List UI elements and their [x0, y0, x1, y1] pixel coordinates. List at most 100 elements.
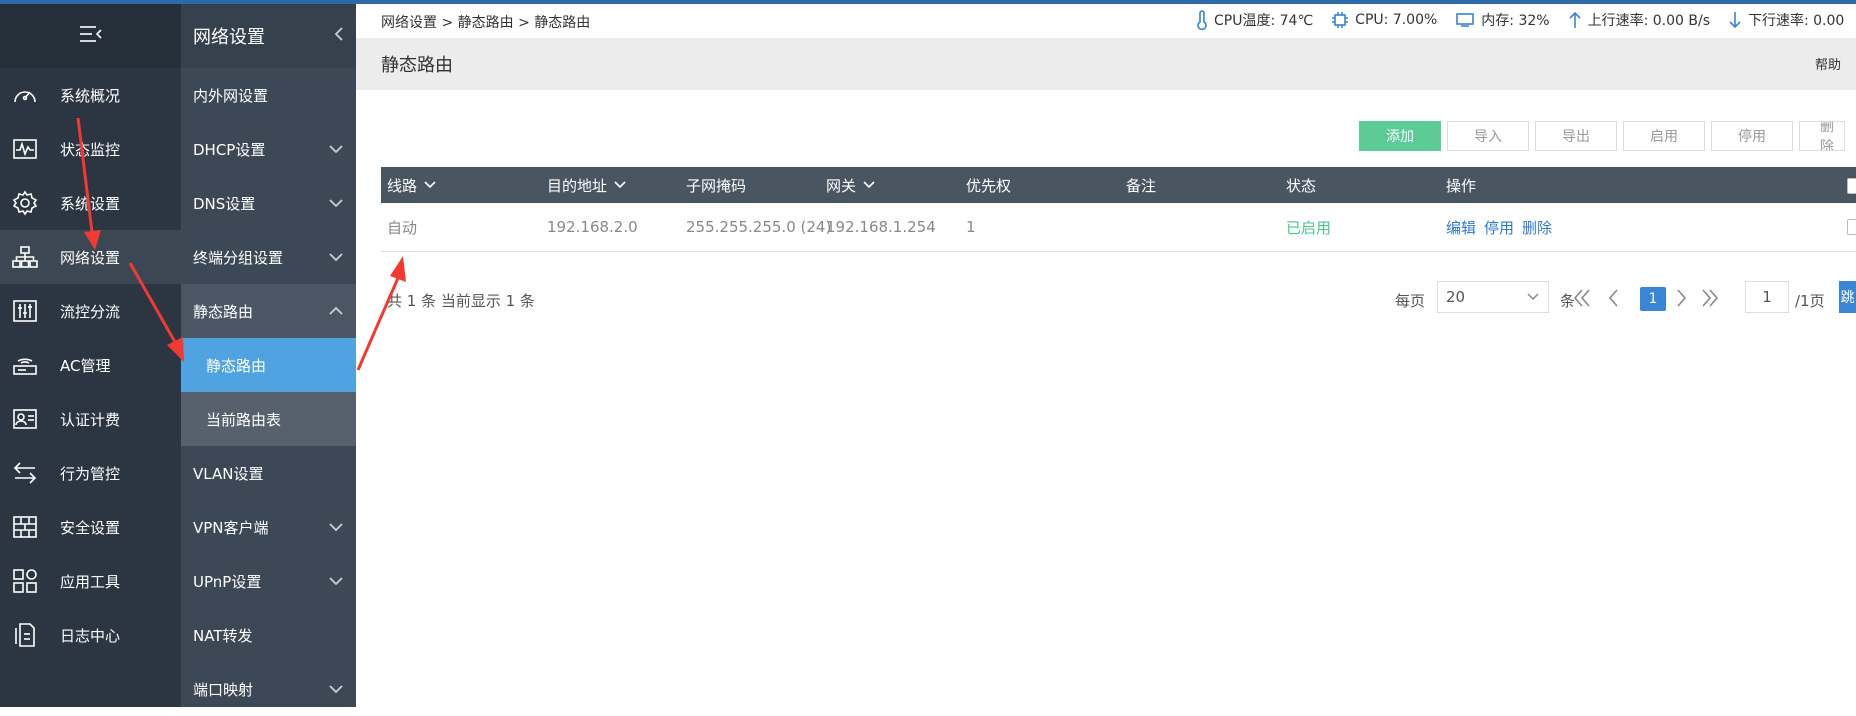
- enable-button[interactable]: 启用: [1623, 121, 1705, 151]
- disable-button[interactable]: 停用: [1711, 121, 1793, 151]
- breadcrumb: 网络设置 > 静态路由 > 静态路由: [381, 15, 591, 31]
- go-button[interactable]: 跳: [1839, 281, 1856, 313]
- export-button[interactable]: 导出: [1535, 121, 1617, 151]
- subnav-item-label: DHCP设置: [193, 140, 266, 159]
- edit-link[interactable]: 编辑: [1446, 217, 1476, 238]
- download-stat: 下行速率: 0.00: [1728, 10, 1844, 30]
- per-page-select[interactable]: 20: [1437, 281, 1549, 313]
- sidebar-item-network-settings[interactable]: 网络设置: [0, 230, 181, 284]
- cell-actions: 编辑 停用 删除: [1446, 203, 1560, 251]
- subnav-item-label: DNS设置: [193, 194, 256, 213]
- column-label: 状态: [1286, 176, 1317, 195]
- sidebar-item-system-settings[interactable]: 系统设置: [0, 176, 181, 230]
- column-label: 备注: [1126, 176, 1157, 195]
- subnav-item-label: 内外网设置: [193, 86, 269, 105]
- sidebar-item-label: 认证计费: [60, 410, 121, 429]
- subnav-item-dns[interactable]: DNS设置: [181, 176, 356, 230]
- toolbar: 添加 导入 导出 启用 停用 删除: [1359, 121, 1851, 151]
- pagination: 共 1 条 当前显示 1 条 每页 20 条 1 1 /1页 跳: [356, 281, 1856, 317]
- sidebar-item-security[interactable]: 安全设置: [0, 500, 181, 554]
- sidebar-item-label: 日志中心: [60, 626, 121, 645]
- column-label: 网关: [826, 176, 857, 195]
- import-button[interactable]: 导入: [1447, 121, 1529, 151]
- top-status-bar: 网络设置 > 静态路由 > 静态路由 CPU温度: 74℃ CPU: 7.00%…: [356, 4, 1856, 38]
- column-header-status: 状态: [1286, 175, 1316, 196]
- subnav-item-static-route-group[interactable]: 静态路由: [181, 284, 356, 338]
- disable-link[interactable]: 停用: [1484, 217, 1514, 238]
- subnav-subitem-static-route[interactable]: 静态路由: [181, 338, 356, 392]
- subnav-item-upnp[interactable]: UPnP设置: [181, 554, 356, 608]
- sidebar-item-label: 行为管控: [60, 464, 121, 483]
- prev-page-icon[interactable]: [1607, 287, 1619, 313]
- add-button[interactable]: 添加: [1359, 121, 1441, 151]
- sidebar-item-label: AC管理: [60, 356, 111, 375]
- thermometer-icon: [1197, 10, 1207, 30]
- cpu-text: CPU: 7.00%: [1355, 12, 1438, 28]
- select-all-checkbox[interactable]: [1847, 178, 1856, 194]
- subnav-subitem-route-table[interactable]: 当前路由表: [181, 392, 356, 446]
- cell-mask: 255.255.255.0 (24): [686, 218, 832, 236]
- dashboard-icon: [12, 82, 38, 108]
- chevron-down-icon: [863, 181, 875, 189]
- arrow-down-icon: [1729, 12, 1741, 29]
- sidebar-item-auth-billing[interactable]: 认证计费: [0, 392, 181, 446]
- sidebar-item-behavior-control[interactable]: 行为管控: [0, 446, 181, 500]
- subnav-item-terminal-groups[interactable]: 终端分组设置: [181, 230, 356, 284]
- page-header: 静态路由 帮助: [356, 38, 1856, 90]
- subnav-item-label: 静态路由: [193, 302, 254, 321]
- row-checkbox[interactable]: [1847, 203, 1856, 251]
- subnav-item-label: 当前路由表: [206, 410, 282, 429]
- subnav-item-dhcp[interactable]: DHCP设置: [181, 122, 356, 176]
- sidebar-item-ac-management[interactable]: AC管理: [0, 338, 181, 392]
- first-page-icon[interactable]: [1573, 287, 1591, 313]
- per-page-value: 20: [1446, 288, 1466, 306]
- gear-icon: [12, 190, 38, 216]
- firewall-icon: [12, 514, 38, 540]
- sidebar-item-label: 安全设置: [60, 518, 121, 537]
- delete-link[interactable]: 删除: [1522, 217, 1552, 238]
- help-link[interactable]: 帮助: [1815, 54, 1841, 73]
- subnav-item-vlan[interactable]: VLAN设置: [181, 446, 356, 500]
- download-text: 下行速率: 0.00: [1747, 13, 1845, 29]
- router-icon: [12, 352, 38, 378]
- page-total: /1页: [1795, 292, 1825, 310]
- per-page-label: 每页: [1395, 292, 1426, 310]
- cell-priority: 1: [966, 218, 976, 236]
- subnav-item-label: VPN客户端: [193, 518, 269, 537]
- chevron-down-icon: [1527, 293, 1539, 301]
- delete-button[interactable]: 删除: [1799, 121, 1845, 151]
- sidebar-item-flow-control[interactable]: 流控分流: [0, 284, 181, 338]
- column-header-dest[interactable]: 目的地址: [547, 175, 627, 196]
- sidebar-item-app-tools[interactable]: 应用工具: [0, 554, 181, 608]
- secondary-sidebar: 网络设置 内外网设置 DHCP设置 DNS设置 终端分组设置 静态路由 静态路由…: [181, 4, 356, 707]
- subnav-item-label: 端口映射: [193, 680, 254, 699]
- primary-sidebar: 系统概况 状态监控 系统设置 网络设置 流控分流 AC管理 认证计费 行为管控 …: [0, 4, 181, 707]
- subnav-item-port-mapping[interactable]: 端口映射: [181, 662, 356, 716]
- current-page[interactable]: 1: [1640, 287, 1666, 311]
- subnav-item-nat[interactable]: NAT转发: [181, 608, 356, 662]
- sidebar-item-overview[interactable]: 系统概况: [0, 68, 181, 122]
- sidebar-item-label: 应用工具: [60, 572, 121, 591]
- sidebar-item-status-monitor[interactable]: 状态监控: [0, 122, 181, 176]
- page-number-input[interactable]: 1: [1745, 281, 1789, 313]
- next-page-icon[interactable]: [1676, 287, 1688, 313]
- arrow-up-icon: [1569, 11, 1581, 28]
- chevron-down-icon: [328, 518, 344, 536]
- column-header-mask: 子网掩码: [686, 175, 746, 196]
- cell-line: 自动: [387, 218, 418, 237]
- cpu-temp-stat: CPU温度: 74℃: [1196, 10, 1313, 30]
- sidebar-item-log-center[interactable]: 日志中心: [0, 608, 181, 662]
- column-label: 优先权: [966, 176, 1012, 195]
- chevron-down-icon: [328, 680, 344, 698]
- subnav-item-lan-wan[interactable]: 内外网设置: [181, 68, 356, 122]
- subnav-item-vpn-client[interactable]: VPN客户端: [181, 500, 356, 554]
- last-page-icon[interactable]: [1701, 287, 1719, 313]
- chevron-down-icon: [328, 572, 344, 590]
- collapse-menu-button[interactable]: [0, 4, 181, 68]
- log-icon: [12, 622, 38, 648]
- column-header-gateway[interactable]: 网关: [826, 175, 876, 196]
- chevron-left-icon[interactable]: [334, 26, 344, 47]
- sidebar-item-label: 系统设置: [60, 194, 121, 213]
- column-header-line[interactable]: 线路: [387, 175, 437, 196]
- cpu-temp-text: CPU温度: 74℃: [1214, 13, 1314, 29]
